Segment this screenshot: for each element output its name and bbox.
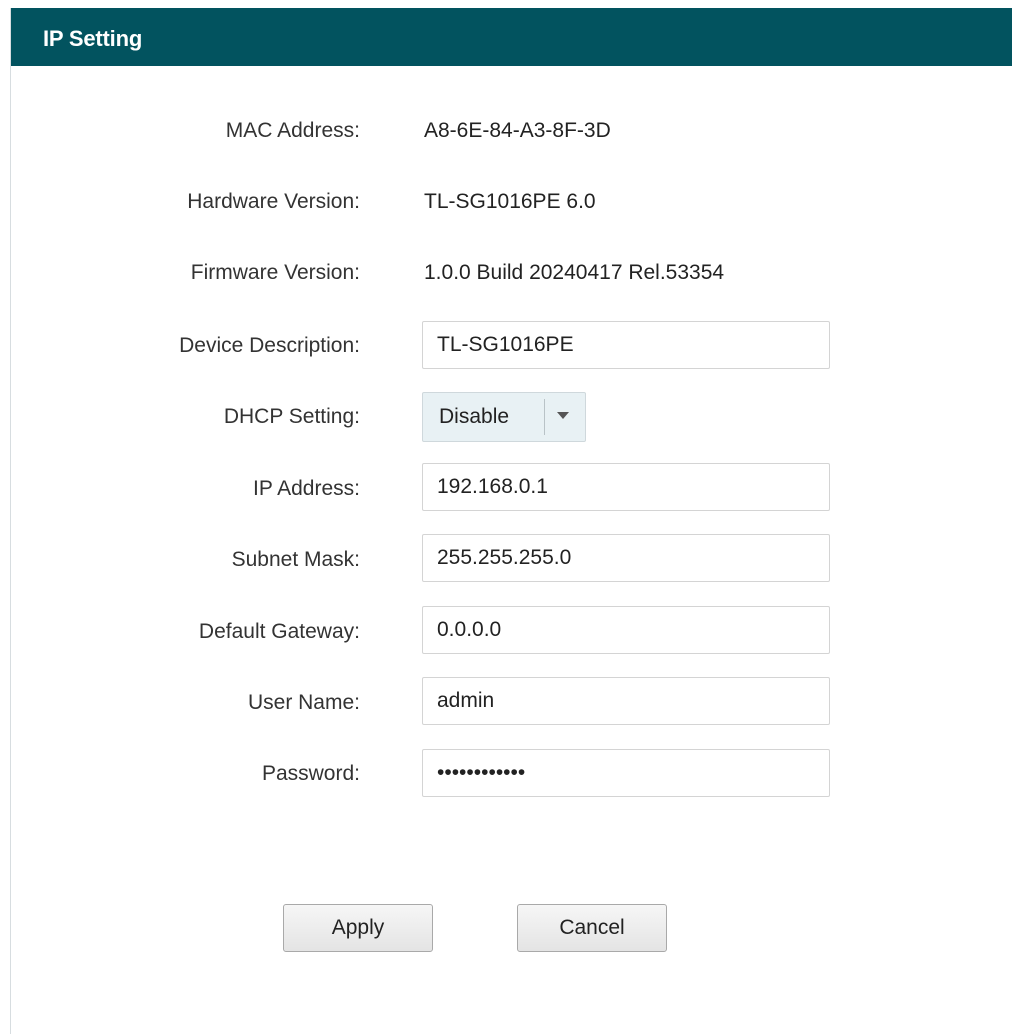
- password-input[interactable]: [422, 749, 830, 797]
- default-gateway-input[interactable]: [422, 606, 830, 654]
- panel-title: IP Setting: [43, 26, 143, 51]
- user-name-label: User Name:: [247, 691, 360, 714]
- panel-header: IP Setting: [11, 8, 1012, 66]
- mac-address-value: A8-6E-84-A3-8F-3D: [424, 119, 611, 142]
- ip-address-input[interactable]: [422, 463, 830, 511]
- ip-setting-panel: IP Setting: [10, 8, 1012, 1034]
- device-description-label: Device Description:: [179, 334, 360, 357]
- ip-address-label: IP Address:: [252, 477, 360, 500]
- chevron-down-icon[interactable]: [557, 412, 569, 419]
- default-gateway-label: Default Gateway:: [198, 620, 360, 643]
- subnet-mask-label: Subnet Mask:: [231, 548, 360, 571]
- dhcp-setting-selected-value: Disable: [439, 405, 510, 428]
- firmware-version-label: Firmware Version:: [190, 261, 360, 284]
- dhcp-setting-label: DHCP Setting:: [223, 405, 360, 428]
- dhcp-setting-select[interactable]: Disable: [422, 392, 586, 442]
- user-name-input[interactable]: [422, 677, 830, 725]
- hardware-version-label: Hardware Version:: [187, 190, 360, 213]
- device-description-input[interactable]: [422, 321, 830, 369]
- mac-address-label: MAC Address:: [225, 119, 360, 142]
- password-label: Password:: [261, 762, 360, 785]
- cancel-button[interactable]: Cancel: [517, 904, 667, 952]
- select-divider: [544, 399, 545, 435]
- hardware-version-value: TL-SG1016PE 6.0: [424, 190, 596, 213]
- subnet-mask-input[interactable]: [422, 534, 830, 582]
- apply-button[interactable]: Apply: [283, 904, 433, 952]
- firmware-version-value: 1.0.0 Build 20240417 Rel.53354: [424, 261, 725, 284]
